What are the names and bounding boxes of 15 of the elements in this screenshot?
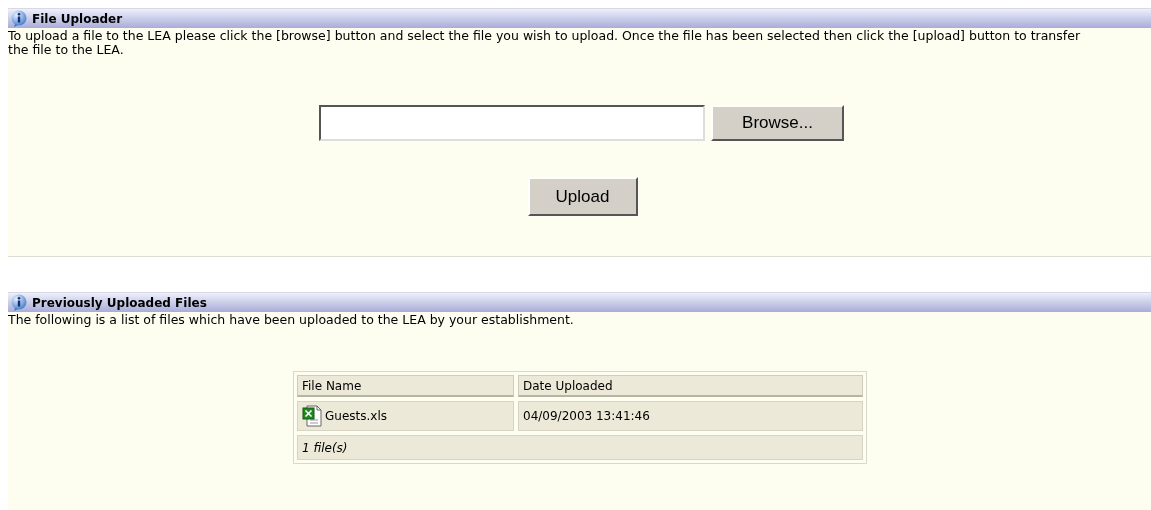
spreadsheet-file-icon [302, 405, 322, 427]
file-name: Guests.xls [325, 408, 387, 425]
date-cell: 04/09/2003 13:41:46 [518, 401, 863, 431]
column-header[interactable]: File Name [297, 375, 514, 397]
file-path-field[interactable] [319, 105, 705, 141]
column-header[interactable]: Date Uploaded [518, 375, 863, 397]
panel-title: File Uploader [32, 10, 123, 28]
panel-title: Previously Uploaded Files [32, 294, 207, 312]
upload-button[interactable]: Upload [527, 177, 638, 216]
info-icon [10, 293, 28, 312]
instructions-text: To upload a file to the LEA please click the [browse] button and select the file you wish to upload. Once the file has been selected then click the [upload] button to transfer the file to the LEA. [8, 28, 1082, 57]
description-text: The following is a list of files which have been uploaded to the LEA by your establishment. [8, 312, 575, 327]
info-icon [10, 9, 28, 28]
browse-button[interactable]: Browse... [711, 105, 844, 141]
file-count: 1 file(s) [297, 435, 863, 460]
